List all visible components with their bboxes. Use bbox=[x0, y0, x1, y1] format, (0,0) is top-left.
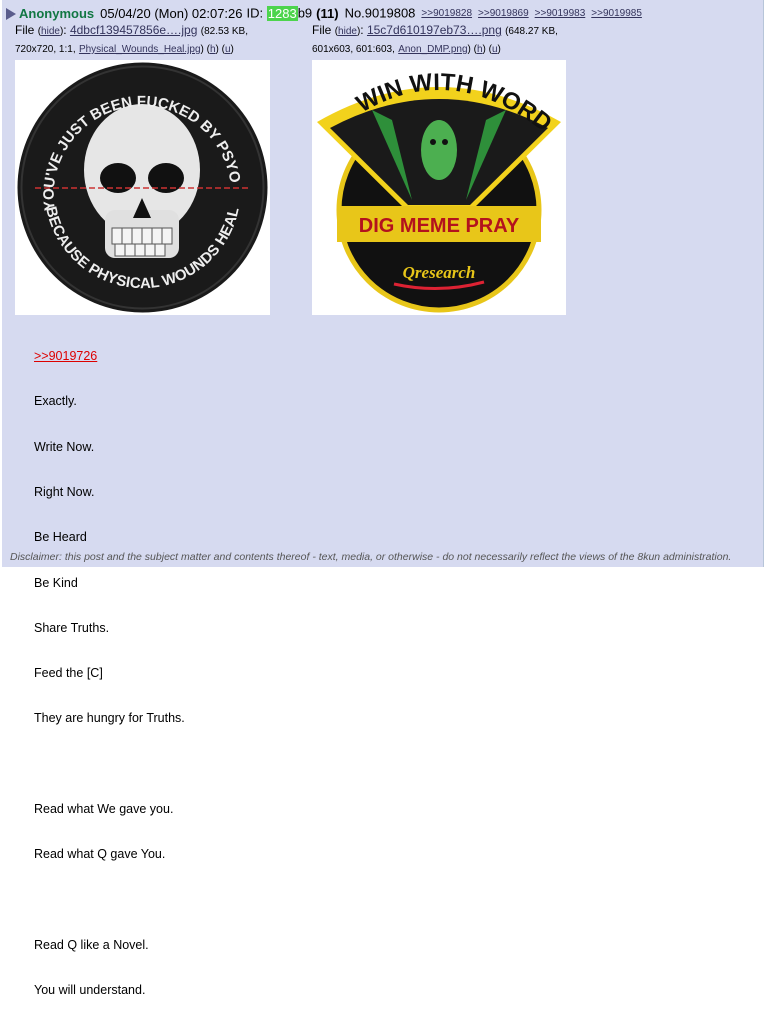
poster-id-highlight[interactable]: 1283 bbox=[266, 5, 298, 21]
body-line: Be Heard bbox=[34, 530, 87, 545]
body-line: They are hungry for Truths. bbox=[34, 711, 185, 726]
file-label: File bbox=[312, 23, 332, 37]
body-line: Read Q like a Novel. bbox=[34, 937, 149, 952]
file-name-link[interactable]: 15c7d610197eb73….png bbox=[367, 23, 502, 37]
original-file-name-link[interactable]: Physical_Wounds_Heal.jpg bbox=[79, 44, 201, 55]
patch-middle-text: DIG MEME PRAY bbox=[359, 215, 520, 237]
file-u-link[interactable]: u bbox=[492, 44, 498, 55]
backlink[interactable]: >>9019983 bbox=[535, 8, 586, 19]
file-name-link[interactable]: 4dbcf139457856e….jpg bbox=[70, 23, 197, 37]
disclaimer: Disclaimer: this post and the subject ma… bbox=[10, 551, 732, 563]
win-with-words-patch-image: WIN WITH WORDS DIG MEME PRAY Qresearch bbox=[304, 39, 566, 315]
backlink[interactable]: >>9019828 bbox=[421, 8, 472, 19]
file-dimensions: 601x603, 601:603, bbox=[312, 44, 395, 55]
body-blank-line bbox=[34, 757, 185, 772]
body-line: Read what We gave you. bbox=[34, 802, 174, 816]
file-1: File (hide): 4dbcf139457856e….jpg (82.53… bbox=[10, 22, 270, 315]
file-h-link[interactable]: h bbox=[210, 44, 216, 55]
file-thumbnail-psyops-patch[interactable]: YOU'VE JUST BEEN FUCKED BY PSYOPS BECAUS… bbox=[10, 47, 270, 315]
quote-link[interactable]: >>9019726 bbox=[34, 349, 185, 364]
backlink[interactable]: >>9019985 bbox=[591, 8, 642, 19]
body-line: Be Kind bbox=[34, 575, 78, 590]
body-line: Exactly. bbox=[34, 394, 77, 409]
file-info: File (hide): 15c7d610197eb73….png (648.2… bbox=[312, 23, 558, 55]
body-line: Write Now. bbox=[34, 439, 95, 454]
poster-name: Anonymous bbox=[19, 5, 95, 21]
post-date: 05/04/20 (Mon) 02:07:26 bbox=[100, 5, 243, 21]
post-body: >>9019726 Exactly. Write Now. Right Now.… bbox=[34, 319, 185, 1028]
post-intro: Anonymous 05/04/20 (Mon) 02:07:26 ID: 1283… bbox=[6, 5, 642, 23]
id-post-count: (11) bbox=[316, 5, 339, 21]
post: Anonymous 05/04/20 (Mon) 02:07:26 ID: 1283… bbox=[2, 0, 764, 997]
body-blank-line bbox=[34, 893, 185, 908]
file-h-link[interactable]: h bbox=[477, 44, 483, 55]
original-file-name-link[interactable]: Anon_DMP.png bbox=[398, 44, 467, 55]
backlink[interactable]: >>9019869 bbox=[478, 8, 529, 19]
post-number[interactable]: No.9019808 bbox=[345, 6, 416, 21]
file-thumbnail-win-with-words-patch[interactable]: WIN WITH WORDS DIG MEME PRAY Qresearch bbox=[304, 39, 566, 315]
body-line: Right Now. bbox=[34, 485, 95, 500]
hide-file-link[interactable]: hide bbox=[338, 26, 357, 37]
poster-id-label: ID: bbox=[246, 5, 264, 21]
poster-id-rest[interactable]: b9 bbox=[298, 6, 312, 21]
body-line: You will understand. bbox=[34, 983, 146, 998]
file-u-link[interactable]: u bbox=[225, 44, 231, 55]
psyops-patch-image: YOU'VE JUST BEEN FUCKED BY PSYOPS BECAUS… bbox=[10, 47, 270, 315]
body-line: Feed the [C] bbox=[34, 666, 103, 681]
file-size: (648.27 KB, bbox=[505, 26, 558, 37]
qresearch-logo-text: Qresearch bbox=[403, 263, 476, 282]
file-size: (82.53 KB, bbox=[200, 26, 249, 37]
body-line: Read what Q gave You. bbox=[34, 847, 166, 862]
post-menu-arrow-icon[interactable] bbox=[6, 7, 16, 20]
body-line: Share Truths. bbox=[34, 620, 110, 635]
file-dimensions: 720x720, 1:1, bbox=[15, 44, 76, 55]
file-label: File bbox=[15, 23, 35, 37]
file-2: File (hide): 15c7d610197eb73….png (648.2… bbox=[304, 22, 566, 315]
file-info: File (hide): 4dbcf139457856e….jpg (82.53… bbox=[15, 23, 249, 55]
hide-file-link[interactable]: hide bbox=[41, 26, 60, 37]
